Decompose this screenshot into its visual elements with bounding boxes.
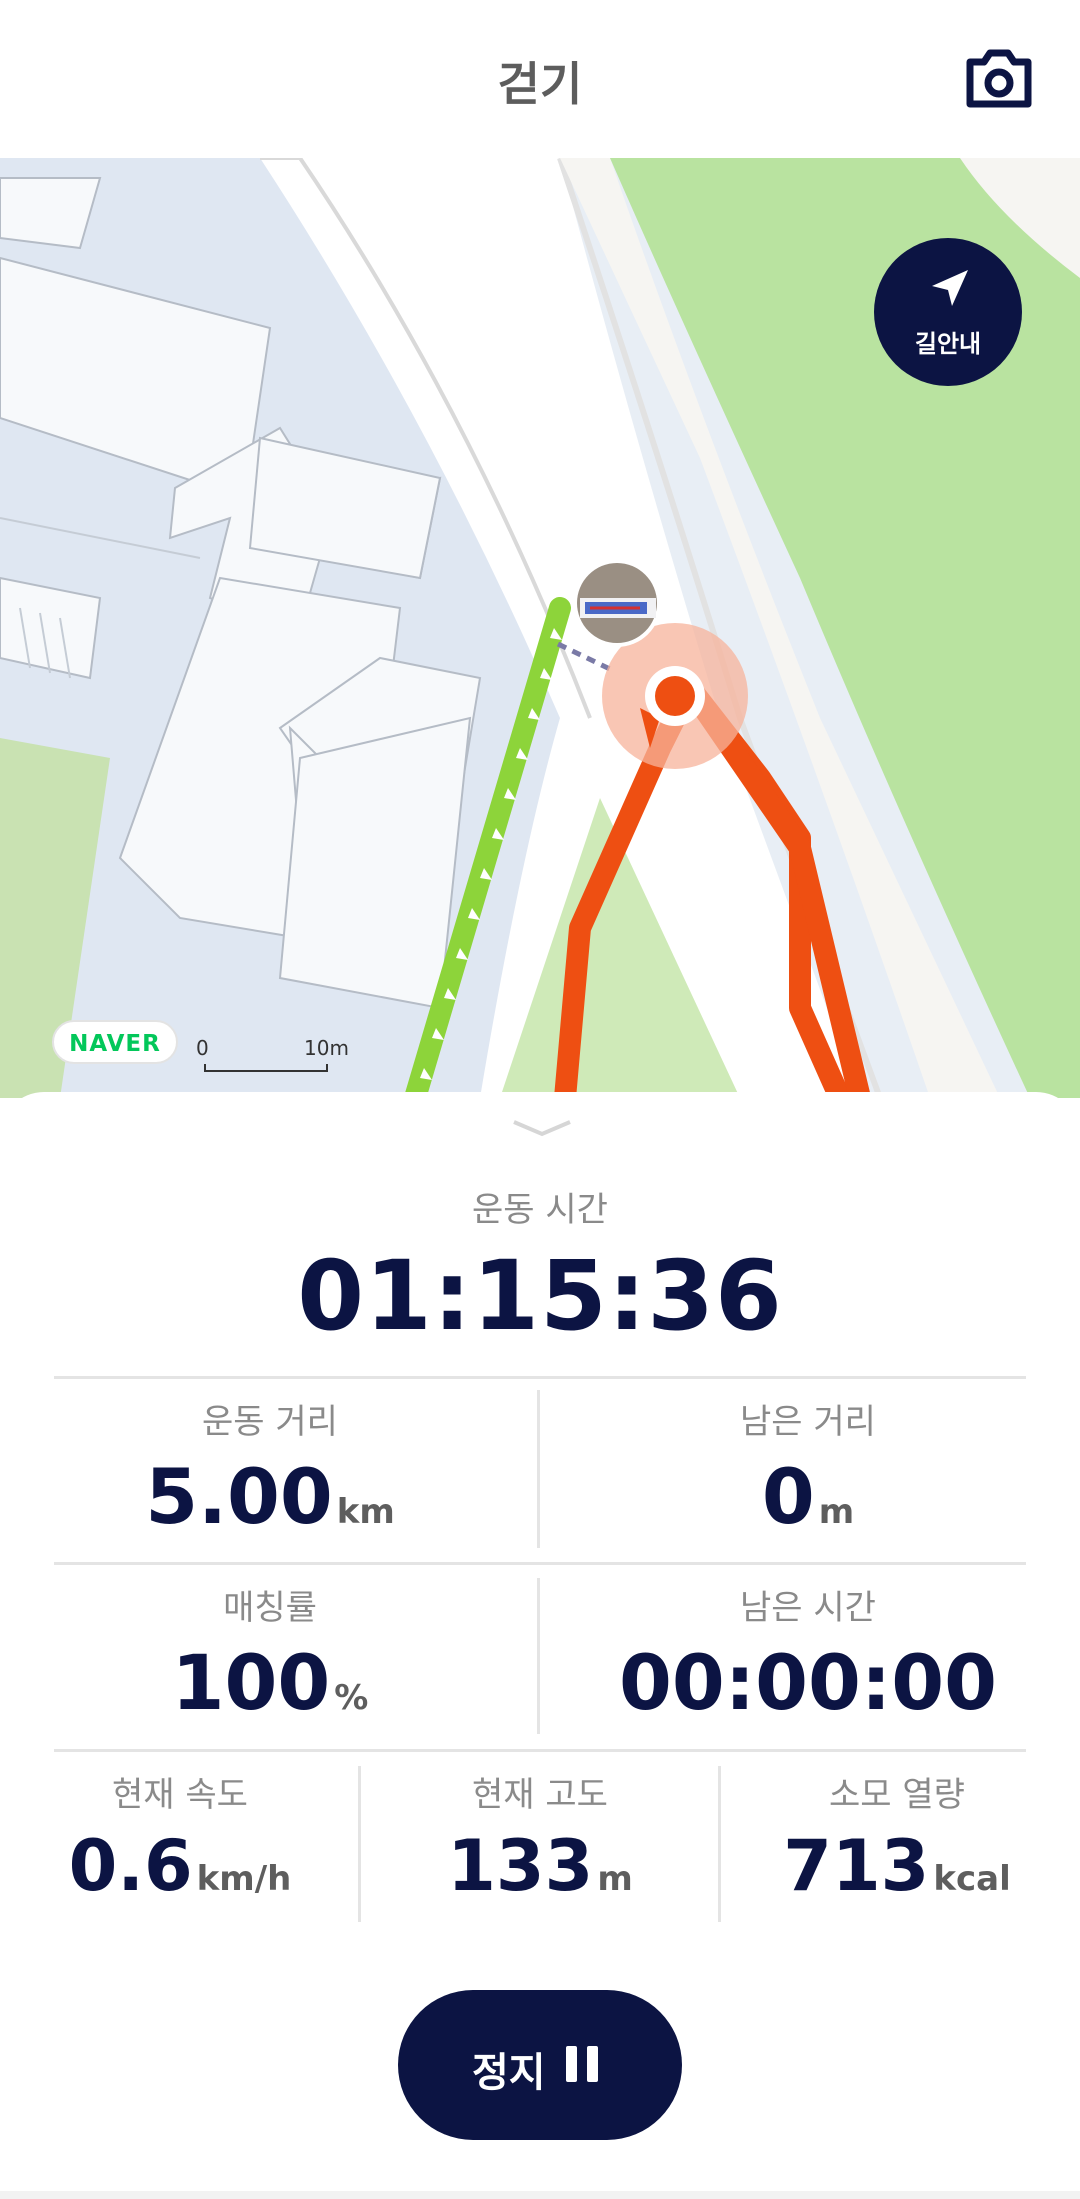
distance-stat: 운동 거리 5.00 km: [54, 1394, 486, 1544]
camera-icon[interactable]: [964, 48, 1034, 110]
map-scale: 0 10m: [196, 1036, 356, 1072]
remaining-time-value: 00:00:00: [618, 1638, 998, 1727]
remaining-distance-stat: 남은 거리 0m: [590, 1394, 1026, 1544]
divider: [54, 1749, 1026, 1752]
calories-stat: 소모 열량 713 kcal: [742, 1767, 1052, 1917]
altitude-label: 현재 고도: [472, 1775, 608, 1815]
altitude-value: 133: [447, 1825, 594, 1907]
scale-end-label: 10m: [304, 1036, 349, 1060]
divider: [537, 1578, 540, 1734]
divider: [358, 1766, 361, 1922]
distance-label: 운동 거리: [202, 1402, 338, 1442]
speed-label: 현재 속도: [112, 1775, 248, 1815]
calories-value: 713: [783, 1825, 930, 1907]
navigation-arrow-icon: [932, 270, 968, 306]
scale-bar: [204, 1064, 328, 1072]
app-header: 걷기: [0, 0, 1080, 158]
stop-button[interactable]: 정지: [398, 1990, 682, 2140]
divider: [718, 1766, 721, 1922]
calories-unit: kcal: [933, 1859, 1011, 1899]
route-guide-label: 길안내: [914, 330, 982, 358]
divider: [537, 1390, 540, 1548]
workout-time-label: 운동 시간: [472, 1190, 608, 1230]
page-title: 걷기: [497, 57, 583, 111]
divider: [54, 1562, 1026, 1565]
system-nav-bar: [0, 2191, 1080, 2199]
naver-logo: NAVER: [52, 1020, 178, 1064]
speed-value-row: 0.6 km/h: [40, 1825, 320, 1907]
remaining-distance-value-row: 0m: [590, 1452, 1026, 1541]
calories-label: 소모 열량: [829, 1775, 965, 1815]
workout-time-value: 01:15:36: [297, 1240, 783, 1352]
remaining-time-stat: 남은 시간 00:00:00: [590, 1580, 1026, 1730]
altitude-stat: 현재 고도 133 m: [380, 1767, 700, 1917]
chevron-down-icon[interactable]: [510, 1116, 574, 1140]
remaining-time-label: 남은 시간: [740, 1588, 876, 1628]
remaining-distance-label: 남은 거리: [740, 1402, 876, 1442]
speed-stat: 현재 속도 0.6 km/h: [40, 1767, 320, 1917]
speed-value: 0.6: [68, 1825, 193, 1907]
distance-unit: km: [336, 1492, 395, 1532]
remaining-distance-value: 0: [761, 1452, 815, 1541]
distance-value: 5.00: [145, 1452, 333, 1541]
remaining-distance-unit: m: [818, 1492, 855, 1532]
matching-rate-unit: %: [334, 1678, 369, 1718]
route-guide-button[interactable]: 길안내: [874, 238, 1022, 386]
stop-button-label: 정지: [472, 2050, 546, 2096]
speed-unit: km/h: [196, 1859, 292, 1899]
matching-rate-stat: 매칭률 100%: [54, 1580, 486, 1730]
matching-rate-label: 매칭률: [223, 1588, 317, 1628]
matching-rate-value: 100: [171, 1638, 331, 1727]
map-view[interactable]: 길안내: [0, 158, 1080, 1098]
matching-rate-value-row: 100%: [54, 1638, 486, 1727]
pause-icon: [566, 2046, 598, 2082]
distance-value-row: 5.00 km: [54, 1452, 486, 1541]
scale-start-label: 0: [196, 1036, 209, 1060]
calories-value-row: 713 kcal: [742, 1825, 1052, 1907]
altitude-value-row: 133 m: [380, 1825, 700, 1907]
divider: [54, 1376, 1026, 1379]
altitude-unit: m: [597, 1859, 633, 1899]
